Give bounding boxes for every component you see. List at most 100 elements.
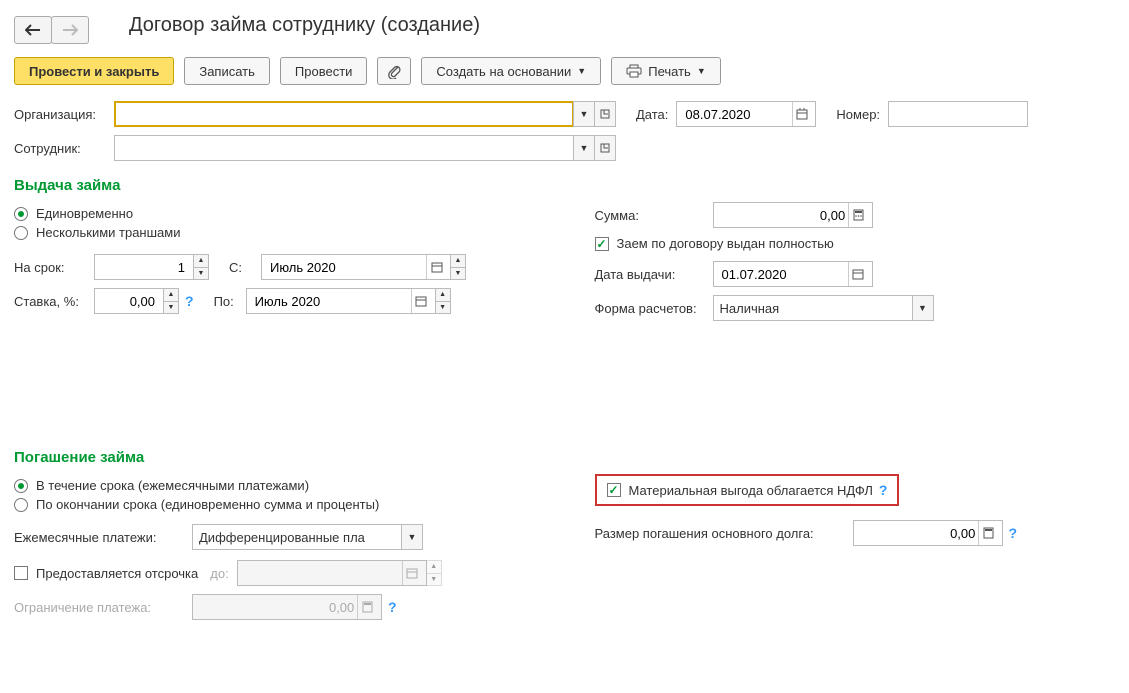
radio-during-label: В течение срока (ежемесячными платежами) (36, 478, 309, 493)
to-input[interactable] (251, 292, 412, 311)
radio-during[interactable]: В течение срока (ежемесячными платежами) (14, 478, 535, 493)
radio-tranches-label: Несколькими траншами (36, 225, 180, 240)
employee-open[interactable] (594, 135, 616, 161)
radio-end-label: По окончании срока (единовременно сумма … (36, 497, 379, 512)
from-input[interactable] (266, 258, 427, 277)
calendar-icon (852, 268, 864, 280)
post-button[interactable]: Провести (280, 57, 368, 85)
from-spinner[interactable]: ▲▼ (450, 254, 466, 280)
employee-input[interactable] (119, 139, 569, 158)
to-picker[interactable] (411, 289, 431, 313)
issue-section-title: Выдача займа (14, 177, 1115, 194)
spin-down[interactable]: ▼ (194, 268, 208, 280)
spin-up[interactable]: ▲ (436, 289, 450, 302)
radio-end[interactable]: По окончании срока (единовременно сумма … (14, 497, 535, 512)
payment-form-value: Наличная (720, 301, 780, 316)
spin-down[interactable]: ▼ (164, 302, 178, 314)
spin-down[interactable]: ▼ (451, 268, 465, 280)
limit-help-icon[interactable]: ? (388, 599, 397, 615)
issue-date-input[interactable] (718, 265, 850, 284)
issue-date-picker[interactable] (848, 262, 867, 286)
from-picker[interactable] (426, 255, 446, 279)
org-input[interactable] (119, 105, 569, 124)
calculator-icon (853, 209, 864, 221)
expand-icon (600, 109, 610, 119)
spin-up[interactable]: ▲ (194, 255, 208, 268)
calendar-icon (431, 261, 443, 273)
org-open[interactable] (594, 101, 616, 127)
rate-field[interactable] (94, 288, 164, 314)
radio-once[interactable]: Единовременно (14, 206, 535, 221)
grace-picker (402, 561, 422, 585)
principal-input[interactable] (858, 524, 980, 543)
principal-calc[interactable] (978, 521, 997, 545)
monthly-dropdown[interactable]: ▼ (401, 524, 423, 550)
employee-field[interactable] (114, 135, 574, 161)
checkbox-box: ✓ (595, 237, 609, 251)
rate-label: Ставка, %: (14, 294, 86, 309)
create-based-on-button[interactable]: Создать на основании ▼ (421, 57, 601, 85)
rate-spinner[interactable]: ▲▼ (163, 288, 179, 314)
issue-date-field[interactable] (713, 261, 873, 287)
expand-icon (600, 143, 610, 153)
number-input[interactable] (893, 105, 1023, 124)
term-label: На срок: (14, 260, 86, 275)
radio-once-label: Единовременно (36, 206, 133, 221)
repay-section-title: Погашение займа (14, 449, 1115, 466)
write-button[interactable]: Записать (184, 57, 270, 85)
fully-issued-label: Заем по договору выдан полностью (617, 236, 834, 251)
number-label: Номер: (836, 107, 880, 122)
radio-tranches[interactable]: Несколькими траншами (14, 225, 535, 240)
payment-form-select[interactable]: Наличная (713, 295, 913, 321)
monthly-select[interactable]: Дифференцированные пла (192, 524, 402, 550)
paperclip-icon (387, 63, 401, 79)
sum-field[interactable] (713, 202, 873, 228)
principal-help-icon[interactable]: ? (1009, 525, 1018, 541)
calendar-icon (415, 295, 427, 307)
date-label: Дата: (636, 107, 668, 122)
grace-checkbox[interactable]: Предоставляется отсрочка (14, 566, 198, 581)
issue-date-label: Дата выдачи: (595, 267, 705, 282)
payment-form-dropdown[interactable]: ▼ (912, 295, 934, 321)
rate-help-icon[interactable]: ? (185, 293, 194, 309)
nav-forward[interactable] (51, 16, 89, 44)
date-picker[interactable] (792, 102, 811, 126)
nav-back[interactable] (14, 16, 52, 44)
print-button[interactable]: Печать ▼ (611, 57, 721, 85)
number-field[interactable] (888, 101, 1028, 127)
ndfl-help-icon[interactable]: ? (879, 482, 888, 498)
to-spinner[interactable]: ▲▼ (435, 288, 451, 314)
date-field[interactable] (676, 101, 816, 127)
limit-input (197, 598, 358, 617)
to-label: По: (214, 294, 238, 309)
radio-once-dot (14, 207, 28, 221)
date-input[interactable] (681, 105, 793, 124)
rate-input[interactable] (99, 292, 159, 311)
to-field[interactable] (246, 288, 436, 314)
radio-tranches-dot (14, 226, 28, 240)
chevron-down-icon: ▼ (697, 66, 706, 76)
grace-input (242, 564, 403, 583)
attach-button[interactable] (377, 57, 411, 85)
page-title: Договор займа сотруднику (создание) (129, 14, 480, 37)
calendar-icon (406, 567, 418, 579)
monthly-label: Ежемесячные платежи: (14, 530, 184, 545)
term-spinner[interactable]: ▲▼ (193, 254, 209, 280)
ndfl-checkbox[interactable]: ✓ Материальная выгода облагается НДФЛ (607, 483, 873, 498)
from-field[interactable] (261, 254, 451, 280)
term-field[interactable] (94, 254, 194, 280)
spin-up[interactable]: ▲ (451, 255, 465, 268)
post-and-close-button[interactable]: Провести и закрыть (14, 57, 174, 85)
org-dropdown[interactable]: ▼ (573, 101, 595, 127)
limit-label: Ограничение платежа: (14, 600, 184, 615)
employee-dropdown[interactable]: ▼ (573, 135, 595, 161)
fully-issued-checkbox[interactable]: ✓ Заем по договору выдан полностью (595, 236, 1116, 251)
spin-down[interactable]: ▼ (436, 302, 450, 314)
sum-calc[interactable] (848, 203, 867, 227)
principal-field[interactable] (853, 520, 1003, 546)
sum-label: Сумма: (595, 208, 705, 223)
spin-up[interactable]: ▲ (164, 289, 178, 302)
sum-input[interactable] (718, 206, 850, 225)
org-field[interactable] (114, 101, 574, 127)
term-input[interactable] (99, 258, 189, 277)
